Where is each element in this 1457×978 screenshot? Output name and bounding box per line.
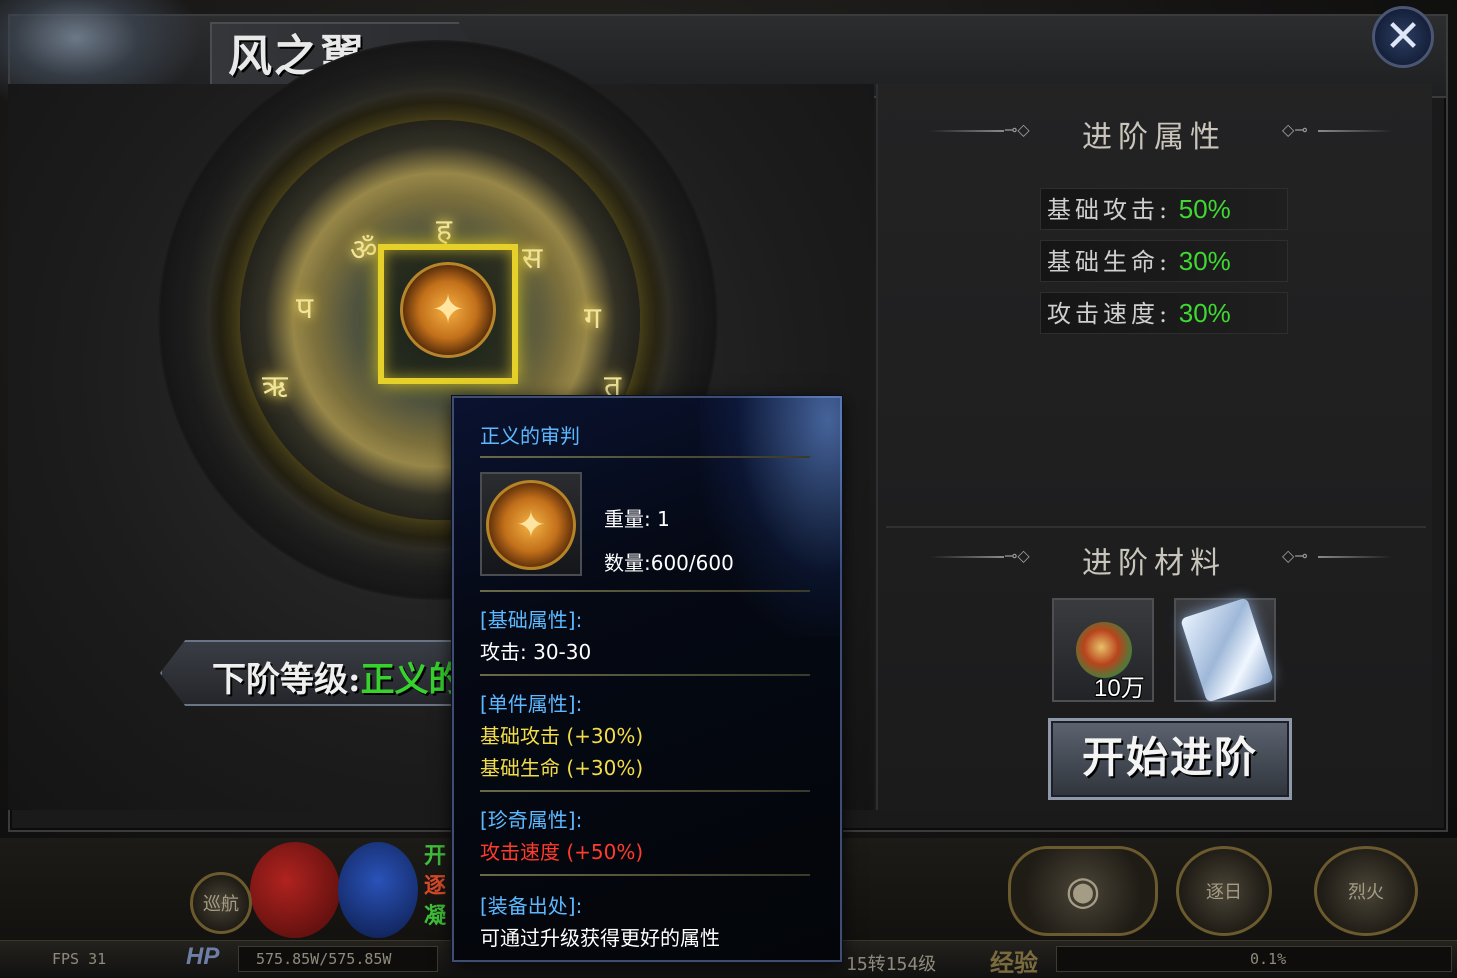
tooltip-piece-header: [单件属性]:	[480, 692, 583, 716]
tooltip-rare-header: [珍奇属性]:	[480, 808, 583, 832]
fps-counter: FPS 31	[52, 950, 107, 968]
exp-label: 经验	[990, 950, 1038, 977]
tooltip-weight: 重量: 1	[604, 507, 670, 531]
attribute-key: 基础攻击:	[1047, 196, 1172, 224]
tooltip-source-text: 可通过升级获得更好的属性	[480, 926, 720, 950]
attribute-key: 基础生命:	[1047, 248, 1172, 276]
cruise-button[interactable]: 巡航	[190, 872, 252, 934]
tooltip-glow	[700, 396, 842, 636]
rune-glyph-icon: ऋ	[262, 369, 288, 404]
next-level-text: 下阶等级:正义的	[212, 652, 463, 701]
skill-icon-1: ◉	[1065, 868, 1101, 914]
header-ornament-icon: ◇⊸	[1282, 546, 1308, 565]
close-button[interactable]: ✕	[1372, 6, 1434, 68]
attributes-header: 进阶属性	[1082, 120, 1226, 155]
attribute-row: 基础生命: 30%	[1040, 240, 1288, 282]
hp-label: HP	[186, 943, 220, 970]
golden-wings-icon: ✦	[486, 480, 576, 570]
golden-wings-icon[interactable]: ✦	[400, 262, 496, 358]
materials-header: 进阶材料	[1082, 546, 1226, 581]
header-ornament-right	[1318, 556, 1392, 558]
attribute-key: 攻击速度:	[1047, 300, 1172, 328]
skill-button-chase[interactable]: 逐日	[1176, 846, 1272, 936]
tooltip-rare-stat: 攻击速度 (+50%)	[480, 840, 644, 864]
section-divider	[886, 526, 1426, 528]
tooltip-divider	[480, 790, 810, 792]
tooltip-piece-stat: 基础攻击 (+30%)	[480, 724, 644, 748]
hud-side-labels: 开 逐 凝	[424, 842, 454, 932]
tooltip-divider	[480, 674, 810, 676]
tooltip-divider	[480, 456, 810, 458]
tooltip-quantity: 数量:600/600	[604, 551, 734, 575]
hp-orb	[250, 842, 340, 938]
attribute-row: 基础攻击: 50%	[1040, 188, 1288, 230]
attribute-value: 30%	[1178, 246, 1231, 276]
close-x-icon: ✕	[1384, 11, 1422, 62]
rune-glyph-icon: प	[296, 291, 314, 326]
side-label-3: 凝	[424, 904, 447, 929]
header-ornament-icon: ◇⊸	[1282, 120, 1308, 139]
hp-value: 575.85W/575.85W	[256, 950, 392, 968]
tooltip-source-header: [装备出处]:	[480, 894, 583, 918]
side-label-1: 开	[424, 844, 447, 869]
tooltip-base-attack: 攻击: 30-30	[480, 640, 592, 664]
rune-glyph-icon: ॐ	[350, 233, 378, 268]
tooltip-divider	[480, 874, 810, 876]
side-label-2: 逐	[424, 874, 447, 899]
skill-label-chase: 逐日	[1206, 882, 1242, 903]
start-advance-button[interactable]: 开始进阶	[1048, 718, 1292, 800]
tooltip-item-name: 正义的审判	[480, 424, 580, 448]
level-text: 15转154级	[846, 954, 937, 975]
exp-value: 0.1%	[1250, 950, 1287, 968]
mp-orb	[338, 842, 418, 938]
skill-button-1[interactable]: ◉	[1008, 846, 1158, 936]
tooltip-piece-stat: 基础生命 (+30%)	[480, 756, 644, 780]
attribute-value: 30%	[1178, 298, 1231, 328]
next-level-value: 正义的	[360, 660, 463, 700]
rune-glyph-icon: स	[522, 241, 543, 276]
skill-button-fire[interactable]: 烈火	[1314, 846, 1418, 936]
attribute-value: 50%	[1178, 194, 1231, 224]
material-count: 10万	[1094, 675, 1145, 702]
attribute-row: 攻击速度: 30%	[1040, 292, 1288, 334]
tooltip-divider	[480, 590, 810, 592]
header-ornament-right	[1318, 130, 1392, 132]
tooltip-base-header: [基础属性]:	[480, 608, 583, 632]
rune-glyph-icon: ह	[436, 213, 452, 248]
next-level-label: 下阶等级:	[212, 660, 361, 700]
skill-label-fire: 烈火	[1348, 882, 1384, 903]
cruise-button-label: 巡航	[203, 894, 239, 915]
rune-glyph-icon: ग	[584, 301, 601, 336]
